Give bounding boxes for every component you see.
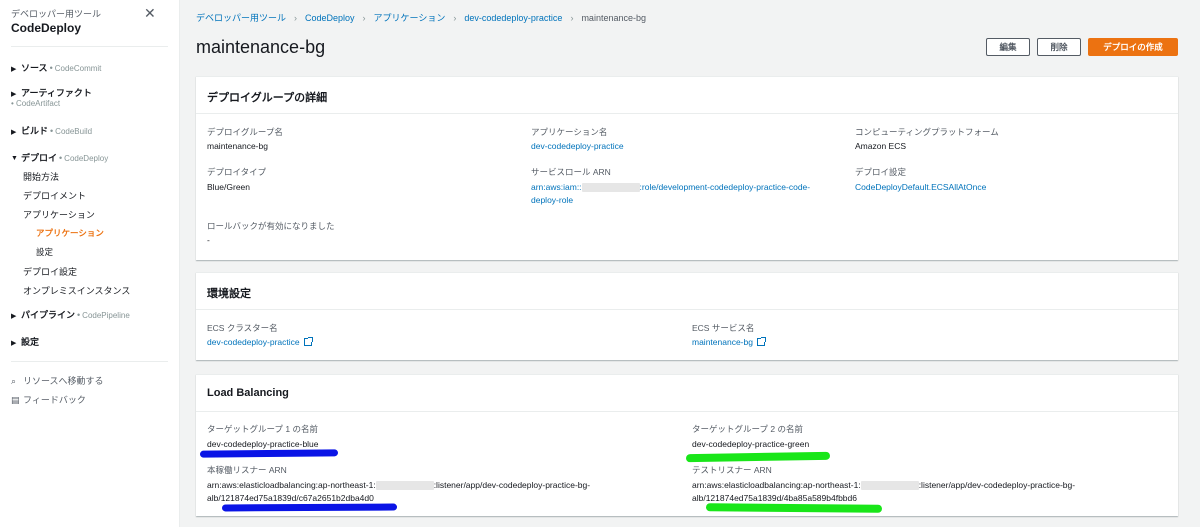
service-label: ECS サービス名 [692, 323, 755, 333]
rollback-value: - [207, 235, 210, 245]
panel-heading: デプロイグループの詳細 [196, 77, 1178, 114]
blue-highlight-marker [199, 449, 339, 458]
test-listener-value: arn:aws:elasticloadbalancing:ap-northeas… [692, 480, 1076, 503]
redacted-account-id [581, 183, 640, 193]
breadcrumb-applications[interactable]: アプリケーション [374, 13, 446, 23]
sidebar-title[interactable]: CodeDeploy [11, 21, 81, 35]
deploy-type-value: Blue/Green [207, 182, 250, 192]
load-balancing-panel: Load Balancing ターゲットグループ 1 の名前 dev-coded… [196, 374, 1178, 516]
prod-listener-label: 本稼働リスナー ARN [207, 465, 287, 475]
cluster-link[interactable]: dev-codedeploy-practice [207, 336, 313, 349]
sidebar-item-settings-sub[interactable]: 設定 [36, 246, 53, 258]
redacted-account-id [375, 481, 434, 491]
breadcrumb-dev-tools[interactable]: デベロッパー用ツール [196, 13, 286, 23]
redacted-account-id [860, 481, 919, 491]
service-role-label: サービスロール ARN [531, 167, 611, 177]
caret-right-icon: ▶ [11, 339, 17, 347]
sidebar-feedback[interactable]: ▤ フィードバック [11, 393, 86, 406]
sidebar-goto-resource[interactable]: ⌕ リソースへ移動する [11, 374, 104, 387]
close-icon[interactable]: ✕ [144, 5, 156, 22]
target-group-2-label: ターゲットグループ 2 の名前 [692, 424, 803, 434]
environment-panel: 環境設定 ECS クラスター名 dev-codedeploy-practice … [196, 272, 1178, 360]
chevron-right-icon: › [453, 13, 457, 23]
platform-label: コンピューティングプラットフォーム [855, 127, 999, 137]
external-link-icon [303, 337, 313, 346]
external-link-icon [756, 337, 766, 346]
app-name-label: アプリケーション名 [531, 127, 608, 137]
caret-right-icon: ▶ [11, 90, 17, 98]
service-link[interactable]: maintenance-bg [692, 336, 766, 349]
group-name-label: デプロイグループ名 [207, 127, 283, 137]
panel-heading: Load Balancing [196, 375, 1178, 412]
sidebar: デベロッパー用ツール CodeDeploy ✕ ▶ ソース • CodeCommit … [0, 0, 180, 527]
chevron-right-icon: › [294, 13, 298, 23]
deploy-config-link[interactable]: CodeDeployDefault.ECSAllAtOnce [855, 181, 986, 194]
caret-right-icon: ▶ [11, 65, 17, 73]
sidebar-group-build[interactable]: ▶ ビルド • CodeBuild [11, 124, 92, 137]
chevron-right-icon: › [570, 13, 574, 23]
breadcrumb-codedeploy[interactable]: CodeDeploy [305, 13, 355, 23]
sidebar-item-application-active[interactable]: アプリケーション [36, 227, 104, 239]
target-group-2-value: dev-codedeploy-practice-green [692, 439, 810, 449]
feedback-icon: ▤ [11, 395, 20, 405]
caret-down-icon: ▼ [11, 155, 18, 163]
cluster-label: ECS クラスター名 [207, 323, 278, 333]
sidebar-group-source[interactable]: ▶ ソース • CodeCommit [11, 61, 101, 74]
sidebar-group-artifact[interactable]: ▶ アーティファクト [11, 86, 92, 99]
breadcrumb-app[interactable]: dev-codedeploy-practice [464, 13, 562, 23]
sidebar-divider [11, 361, 168, 362]
sidebar-subtitle: デベロッパー用ツール [11, 9, 102, 19]
sidebar-divider [11, 46, 168, 47]
target-group-1-label: ターゲットグループ 1 の名前 [207, 424, 318, 434]
sidebar-item-deploy-config[interactable]: デプロイ設定 [23, 265, 77, 278]
sidebar-item-on-premises[interactable]: オンプレミスインスタンス [23, 284, 130, 297]
search-icon: ⌕ [11, 376, 17, 386]
delete-button[interactable]: 削除 [1037, 38, 1081, 56]
create-deployment-button[interactable]: デプロイの作成 [1088, 38, 1178, 56]
prod-listener-value: arn:aws:elasticloadbalancing:ap-northeas… [207, 480, 591, 503]
service-role-link[interactable]: arn:aws:iam:::role/development-codedeplo… [531, 181, 836, 207]
caret-right-icon: ▶ [11, 128, 17, 136]
page-title: maintenance-bg [196, 37, 326, 57]
deployment-group-details-panel: デプロイグループの詳細 デプロイグループ名 maintenance-bg アプリ… [196, 76, 1178, 260]
sidebar-group-artifact-service: • CodeArtifact [11, 99, 61, 108]
test-listener-label: テストリスナー ARN [692, 465, 772, 475]
caret-right-icon: ▶ [11, 312, 17, 320]
panel-heading: 環境設定 [196, 273, 1178, 310]
deploy-type-label: デプロイタイプ [207, 167, 267, 177]
sidebar-item-applications[interactable]: アプリケーション [23, 208, 95, 221]
chevron-right-icon: › [362, 13, 366, 23]
breadcrumb: デベロッパー用ツール › CodeDeploy › アプリケーション › dev-coded… [196, 11, 646, 24]
sidebar-group-deploy[interactable]: ▼ デプロイ • CodeDeploy [11, 151, 108, 164]
blue-highlight-marker [221, 503, 398, 512]
breadcrumb-current: maintenance-bg [581, 13, 646, 23]
sidebar-item-getting-started[interactable]: 開始方法 [23, 170, 59, 183]
app-name-link[interactable]: dev-codedeploy-practice [531, 140, 624, 153]
sidebar-group-settings[interactable]: ▶ 設定 [11, 335, 39, 348]
deploy-config-label: デプロイ設定 [855, 167, 907, 177]
sidebar-group-pipeline[interactable]: ▶ パイプライン • CodePipeline [11, 308, 130, 321]
group-name-value: maintenance-bg [207, 141, 268, 151]
platform-value: Amazon ECS [855, 141, 907, 151]
rollback-label: ロールバックが有効になりました [207, 221, 335, 231]
edit-button[interactable]: 編集 [986, 38, 1030, 56]
sidebar-item-deployments[interactable]: デプロイメント [23, 189, 86, 202]
green-highlight-marker [705, 503, 883, 513]
